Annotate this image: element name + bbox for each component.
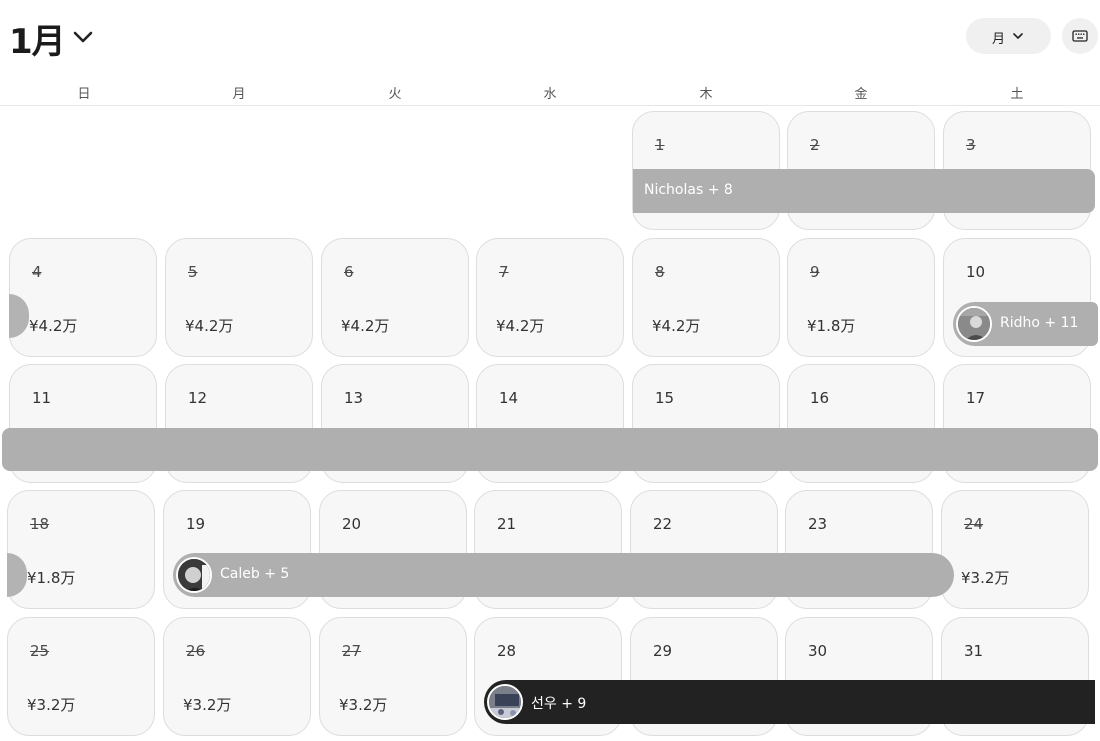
day-number: 20	[342, 515, 362, 533]
day-number: 26	[186, 642, 206, 660]
day-number: 17	[966, 389, 986, 407]
chevron-down-icon[interactable]	[72, 28, 94, 46]
day-number: 5	[188, 263, 198, 281]
day-number: 9	[810, 263, 820, 281]
day-cell[interactable]: 4 ¥4.2万	[9, 238, 157, 357]
keyboard-shortcuts-button[interactable]	[1062, 18, 1098, 54]
view-mode-select[interactable]: 月	[966, 18, 1051, 54]
chevron-down-icon	[1013, 33, 1023, 39]
nightly-price: ¥3.2万	[339, 696, 388, 714]
day-number: 7	[499, 263, 509, 281]
day-cell[interactable]: 9 ¥1.8万	[787, 238, 935, 357]
day-number: 16	[810, 389, 830, 407]
weekday-wed: 水	[543, 87, 557, 102]
day-number: 12	[188, 389, 208, 407]
day-number: 6	[344, 263, 354, 281]
guest-avatar	[487, 684, 523, 720]
nightly-price: ¥4.2万	[341, 317, 390, 335]
day-cell[interactable]: 7 ¥4.2万	[476, 238, 624, 357]
reservation-guest-label: Caleb + 5	[220, 566, 290, 582]
day-number: 14	[499, 389, 519, 407]
reservation-guest-label: Nicholas + 8	[644, 182, 733, 198]
day-cell[interactable]: 5 ¥4.2万	[165, 238, 313, 357]
day-number: 27	[342, 642, 362, 660]
nightly-price: ¥1.8万	[807, 317, 856, 335]
reservation-guest-label: 선우 + 9	[531, 696, 587, 712]
nightly-price: ¥1.8万	[27, 569, 76, 587]
reservation-bar-selected[interactable]: 선우 + 9	[484, 680, 1095, 724]
reservation-bar[interactable]: Caleb + 5	[173, 553, 954, 597]
guest-avatar	[176, 557, 212, 593]
nightly-price: ¥4.2万	[496, 317, 545, 335]
weekday-tue: 火	[388, 87, 402, 102]
reservation-bar[interactable]	[2, 428, 1098, 471]
weekday-header-row: 日 月 火 水 木 金 土	[0, 76, 1100, 106]
day-cell[interactable]: 24 ¥3.2万	[941, 490, 1089, 609]
day-number: 4	[32, 263, 42, 281]
day-cell[interactable]: 27 ¥3.2万	[319, 617, 467, 736]
day-number: 19	[186, 515, 206, 533]
reservation-guest-label: Ridho + 11	[1000, 315, 1079, 331]
day-number: 3	[966, 136, 976, 154]
weekday-sun: 日	[77, 87, 91, 102]
day-cell[interactable]: 8 ¥4.2万	[632, 238, 780, 357]
day-number: 11	[32, 389, 52, 407]
calendar-header: 1月 月	[0, 0, 1100, 76]
nightly-price: ¥4.2万	[185, 317, 234, 335]
keyboard-icon	[1072, 30, 1088, 42]
weekday-sat: 土	[1010, 87, 1024, 102]
day-number: 23	[808, 515, 828, 533]
day-cell[interactable]: 6 ¥4.2万	[321, 238, 469, 357]
day-cell[interactable]: 25 ¥3.2万	[7, 617, 155, 736]
weekday-thu: 木	[699, 87, 713, 102]
nightly-price: ¥3.2万	[183, 696, 232, 714]
weekday-fri: 金	[854, 87, 868, 102]
day-number: 25	[30, 642, 50, 660]
day-number: 28	[497, 642, 517, 660]
nightly-price: ¥4.2万	[652, 317, 701, 335]
month-title[interactable]: 1月	[9, 14, 66, 63]
day-number: 15	[655, 389, 675, 407]
nightly-price: ¥3.2万	[27, 696, 76, 714]
nightly-price: ¥4.2万	[29, 317, 78, 335]
day-number: 21	[497, 515, 517, 533]
day-cell[interactable]: 26 ¥3.2万	[163, 617, 311, 736]
day-number: 18	[30, 515, 50, 533]
day-number: 8	[655, 263, 665, 281]
nightly-price: ¥3.2万	[961, 569, 1010, 587]
day-number: 13	[344, 389, 364, 407]
day-number: 22	[653, 515, 673, 533]
day-number: 10	[966, 263, 986, 281]
day-number: 1	[655, 136, 665, 154]
view-mode-label: 月	[992, 32, 1006, 47]
reservation-bar[interactable]: Ridho + 11	[953, 302, 1098, 346]
weekday-mon: 月	[232, 87, 246, 102]
day-number: 29	[653, 642, 673, 660]
day-number: 2	[810, 136, 820, 154]
day-number: 30	[808, 642, 828, 660]
reservation-bar[interactable]: Nicholas + 8	[633, 169, 1095, 213]
day-number: 31	[964, 642, 984, 660]
guest-avatar	[956, 306, 992, 342]
day-cell[interactable]: 18 ¥1.8万	[7, 490, 155, 609]
day-number: 24	[964, 515, 984, 533]
